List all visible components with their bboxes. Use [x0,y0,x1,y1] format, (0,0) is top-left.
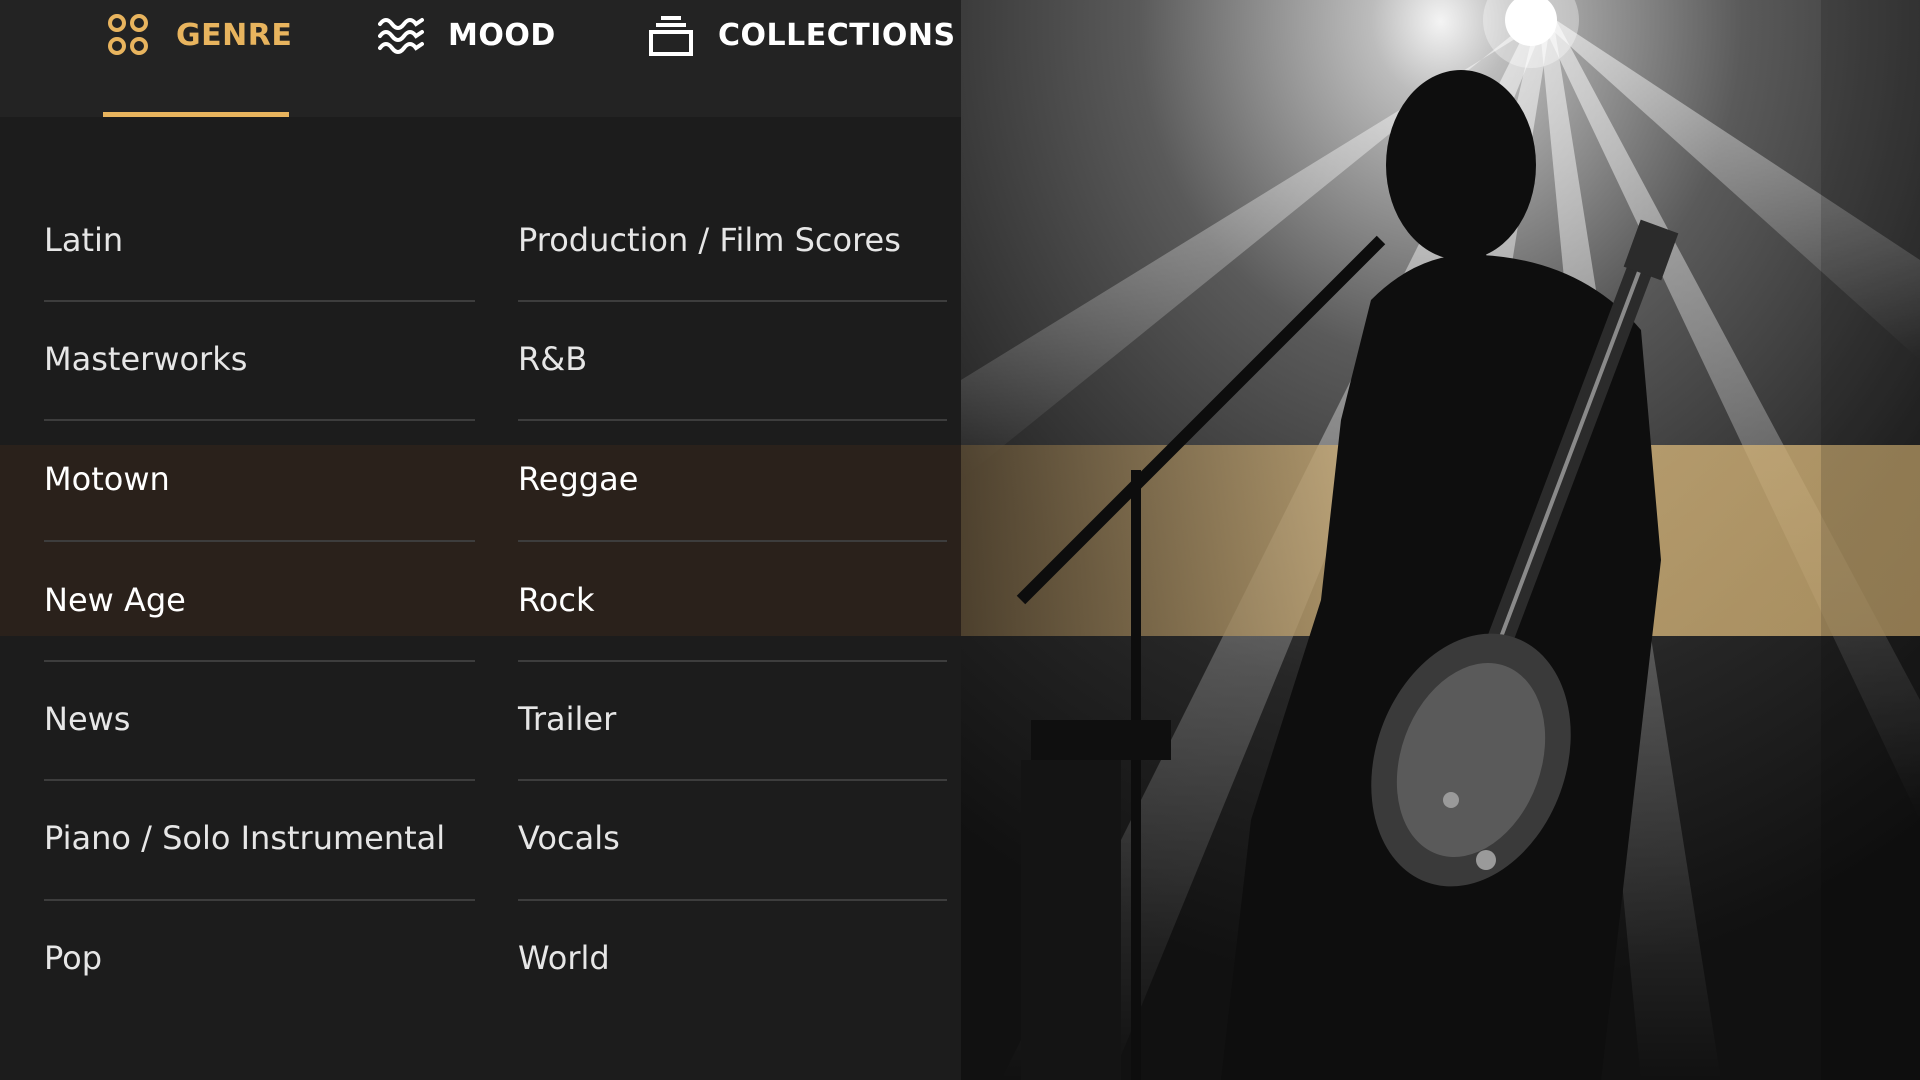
active-tab-underline [103,112,289,117]
divider [44,419,475,421]
genre-item-latin[interactable]: Latin [44,210,475,270]
guitarist-photo [961,0,1920,1080]
genre-menu-panel: GENRE MOOD COLLECTIONS Latin Masterworks… [0,0,961,1080]
genre-item-rnb[interactable]: R&B [518,329,947,389]
divider [518,540,947,542]
divider [518,419,947,421]
genre-item-pop[interactable]: Pop [44,928,475,988]
genre-item-trailer[interactable]: Trailer [518,689,947,749]
divider [518,899,947,901]
tab-genre[interactable]: GENRE [106,0,292,117]
tab-mood[interactable]: MOOD [378,0,556,117]
genre-item-vocals[interactable]: Vocals [518,808,947,868]
genre-item-rock[interactable]: Rock [518,570,947,630]
category-tabbar: GENRE MOOD COLLECTIONS [0,0,961,117]
genre-item-motown[interactable]: Motown [44,449,475,509]
divider [44,300,475,302]
tab-genre-label: GENRE [176,18,293,53]
genre-item-reggae[interactable]: Reggae [518,449,947,509]
tab-collections[interactable]: COLLECTIONS [648,0,956,117]
tab-mood-label: MOOD [448,18,556,53]
divider [44,540,475,542]
genre-item-new-age[interactable]: New Age [44,570,475,630]
genre-item-masterworks[interactable]: Masterworks [44,329,475,389]
divider [518,300,947,302]
divider [518,779,947,781]
genre-item-world[interactable]: World [518,928,947,988]
divider [44,899,475,901]
genre-item-production-film-scores[interactable]: Production / Film Scores [518,210,947,270]
divider [44,660,475,662]
genre-item-piano-solo-instrumental[interactable]: Piano / Solo Instrumental [44,808,475,868]
tab-collections-label: COLLECTIONS [718,18,956,53]
waves-icon [378,18,424,54]
divider [518,660,947,662]
divider [44,779,475,781]
genre-circles-icon [108,14,148,55]
stack-icon [649,16,693,56]
genre-item-news[interactable]: News [44,689,475,749]
